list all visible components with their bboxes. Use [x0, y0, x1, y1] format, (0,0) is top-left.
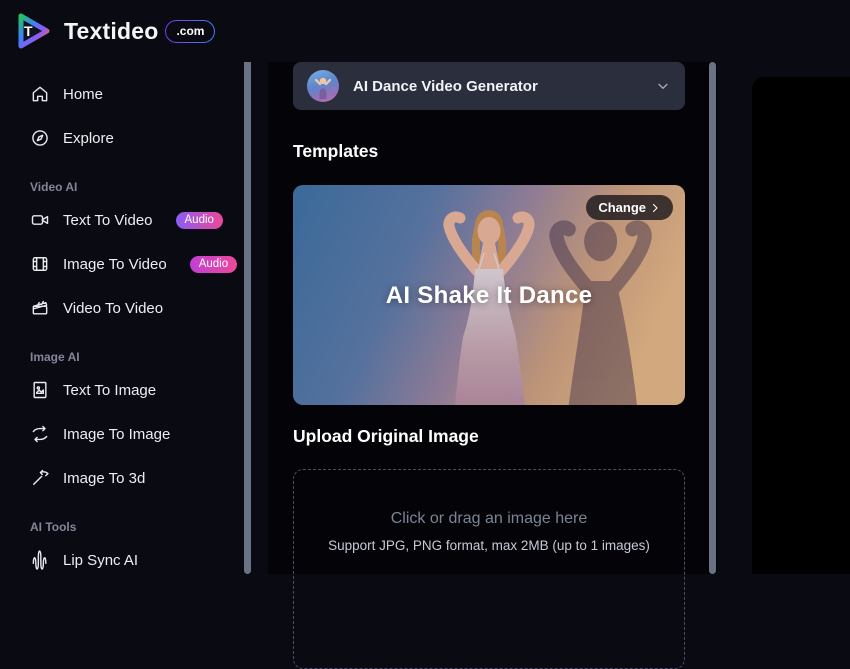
clapperboard-icon: [30, 298, 50, 318]
logo-letter: T: [24, 23, 33, 39]
brand-name: Textideo: [64, 18, 158, 45]
image-upload-dropzone[interactable]: Click or drag an image here Support JPG,…: [293, 469, 685, 669]
chevron-right-icon: [649, 202, 661, 214]
sidebar-scrollbar[interactable]: [244, 0, 251, 574]
app-header: T Textideo .com: [0, 0, 850, 62]
sidebar-item-image-to-image[interactable]: Image To Image: [0, 412, 268, 456]
sidebar-item-label: Home: [63, 86, 103, 103]
sidebar-item-text-to-image[interactable]: Text To Image: [0, 368, 268, 412]
selected-template-card[interactable]: AI Shake It Dance Change: [293, 185, 685, 405]
upload-heading: Upload Original Image: [293, 426, 685, 447]
sidebar-item-label: Image To 3d: [63, 470, 145, 487]
home-icon: [30, 84, 50, 104]
sidebar-item-image-to-video[interactable]: Image To Video Audio: [0, 242, 268, 286]
sidebar-item-label: Image To Image: [63, 426, 170, 443]
sidebar-item-lip-sync-ai[interactable]: Lip Sync AI: [0, 538, 268, 582]
audio-badge: Audio: [190, 256, 237, 273]
play-triangle-logo-icon: T: [10, 7, 56, 55]
sidebar-item-label: Image To Video: [63, 256, 167, 273]
tool-selector-dropdown[interactable]: AI Dance Video Generator: [293, 62, 685, 110]
templates-heading: Templates: [293, 141, 685, 162]
sidebar-item-video-to-video[interactable]: Video To Video: [0, 286, 268, 330]
compass-icon: [30, 128, 50, 148]
dropzone-hint: Support JPG, PNG format, max 2MB (up to …: [294, 538, 684, 553]
film-icon: [30, 254, 50, 274]
dancer-avatar: [307, 70, 339, 102]
sidebar-item-label: Lip Sync AI: [63, 552, 138, 569]
main-scrollbar[interactable]: [709, 62, 716, 574]
change-template-button[interactable]: Change: [586, 195, 673, 220]
preview-panel: [752, 77, 850, 574]
waveform-icon: [30, 550, 50, 570]
audio-badge: Audio: [176, 212, 223, 229]
video-camera-icon: [30, 210, 50, 230]
sidebar-section-image-ai: Image AI: [30, 350, 268, 364]
sidebar-item-explore[interactable]: Explore: [0, 116, 268, 160]
dropzone-title: Click or drag an image here: [294, 510, 684, 528]
tool-selector-label: AI Dance Video Generator: [353, 78, 655, 95]
main-panel: AI Dance Video Generator Templates: [268, 62, 717, 574]
sidebar-item-image-to-3d[interactable]: Image To 3d: [0, 456, 268, 500]
sidebar-item-label: Text To Image: [63, 382, 156, 399]
image-document-icon: [30, 380, 50, 400]
sidebar-section-ai-tools: AI Tools: [30, 520, 268, 534]
sidebar-item-label: Video To Video: [63, 300, 163, 317]
sidebar-item-home[interactable]: Home: [0, 72, 268, 116]
chevron-down-icon: [655, 78, 671, 94]
template-title: AI Shake It Dance: [293, 282, 685, 310]
sidebar: Home Explore Video AI Text To Video Audi…: [0, 62, 268, 574]
repeat-icon: [30, 424, 50, 444]
brand-logo[interactable]: T Textideo .com: [10, 7, 215, 55]
sidebar-item-text-to-video[interactable]: Text To Video Audio: [0, 198, 268, 242]
sidebar-item-label: Text To Video: [63, 212, 153, 229]
change-button-label: Change: [598, 200, 646, 215]
pickaxe-icon: [30, 468, 50, 488]
sidebar-section-video-ai: Video AI: [30, 180, 268, 194]
sidebar-item-label: Explore: [63, 130, 114, 147]
brand-domain-badge: .com: [165, 20, 215, 43]
